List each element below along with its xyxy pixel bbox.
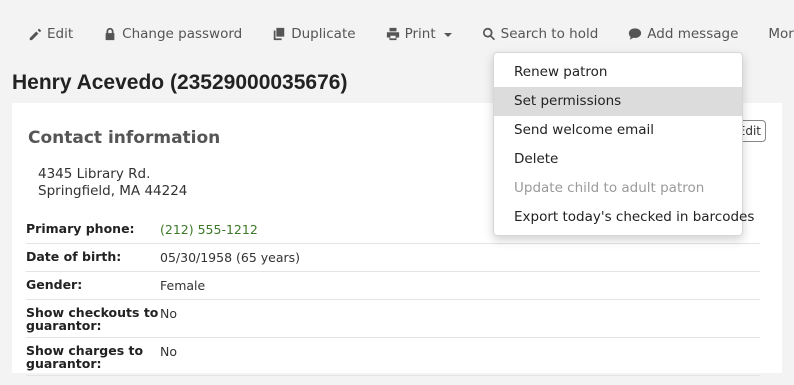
info-row-show-charges: Show charges to guarantor: No [26,338,760,376]
printer-icon [386,27,399,41]
info-label: Date of birth: [26,249,122,264]
info-label: Gender: [26,277,83,292]
caret-down-icon [443,33,452,37]
info-row-show-checkouts: Show checkouts to guarantor: No [26,300,760,338]
lock-icon [105,27,115,41]
address-line-2: Springfield, MA 44224 [38,183,188,199]
more-dropdown-menu: Renew patron Set permissions Send welcom… [493,52,754,236]
page-title: Henry Acevedo (23529000035676) [12,71,348,94]
contact-information-heading: Contact information [28,128,221,148]
primary-phone-link[interactable]: (212) 555-1212 [160,219,258,238]
menu-item-export-barcodes[interactable]: Export today's checked in barcodes [494,203,754,232]
patron-info-list: Primary phone: (212) 555-1212 Date of bi… [26,216,760,376]
edit-button-label: Edit [47,26,74,42]
info-row-date-of-birth: Date of birth: 05/30/1958 (65 years) [26,244,760,272]
search-icon [482,27,495,41]
address-line-1: 4345 Library Rd. [38,166,151,182]
add-message-label: Add message [647,26,739,42]
search-to-hold-button[interactable]: Search to hold [474,19,607,49]
print-dropdown-button[interactable]: Print [378,19,460,49]
edit-button[interactable]: Edit [20,19,81,49]
more-dropdown-button[interactable]: More [760,19,794,49]
menu-item-update-child-to-adult: Update child to adult patron [514,180,705,196]
menu-item-delete[interactable]: Delete [494,145,742,174]
info-value: Female [160,278,206,293]
more-label: More [768,26,794,42]
add-message-button[interactable]: Add message [620,19,746,49]
info-value: No [160,344,177,359]
duplicate-button[interactable]: Duplicate [264,19,363,49]
address-block: 4345 Library Rd. Springfield, MA 44224 [38,166,187,200]
info-label: Primary phone: [26,221,135,236]
menu-item-renew-patron[interactable]: Renew patron [494,58,742,87]
info-value: 05/30/1958 (65 years) [160,250,301,265]
search-to-hold-label: Search to hold [500,26,599,42]
menu-item-set-permissions[interactable]: Set permissions [494,87,742,116]
print-label: Print [404,26,436,42]
change-password-label: Change password [122,26,243,42]
copy-icon [273,27,285,41]
info-label: Show checkouts to guarantor: [26,305,159,333]
duplicate-label: Duplicate [291,26,356,42]
comment-icon [629,28,642,40]
info-row-gender: Gender: Female [26,272,760,300]
change-password-button[interactable]: Change password [95,19,250,49]
info-value: No [160,306,177,321]
pencil-icon [29,28,42,41]
info-label: Show charges to guarantor: [26,343,144,371]
menu-item-send-welcome-email[interactable]: Send welcome email [494,116,742,145]
